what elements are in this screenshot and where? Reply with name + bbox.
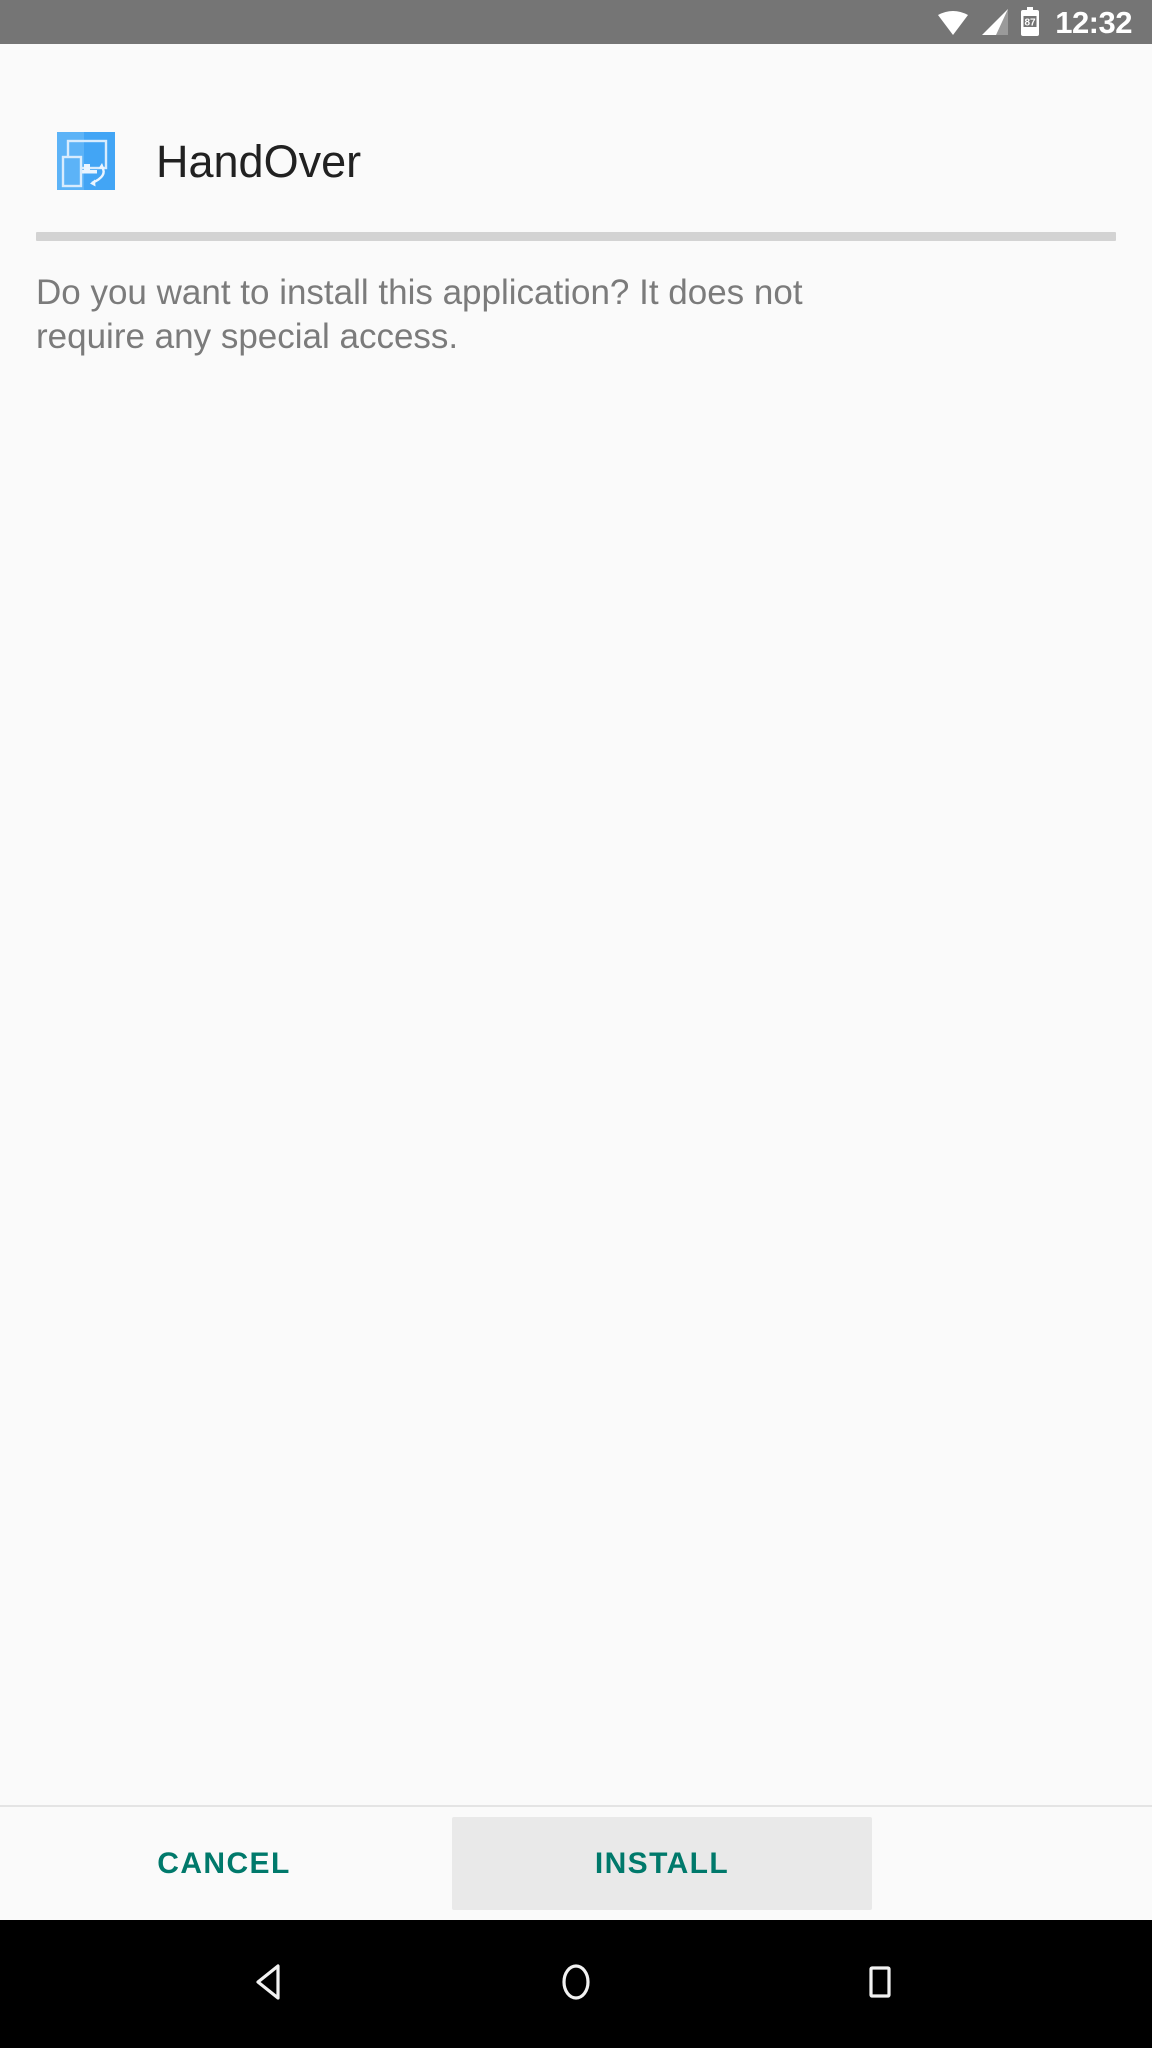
content-area: Do you want to install this application?… xyxy=(0,241,1152,1805)
status-bar-clock: 12:32 xyxy=(1055,4,1132,40)
recents-icon xyxy=(858,1960,902,2009)
signal-icon xyxy=(979,8,1011,36)
home-icon xyxy=(554,1960,598,2009)
back-icon xyxy=(250,1960,294,2009)
svg-text:87: 87 xyxy=(1025,18,1037,29)
cancel-button[interactable]: CANCEL xyxy=(0,1817,448,1910)
android-install-screen: 87 12:32 HandOver Do you want to install… xyxy=(0,0,1152,2048)
android-navigation-bar xyxy=(0,1920,1152,2048)
header-divider xyxy=(36,232,1116,241)
recents-button[interactable] xyxy=(832,1936,928,2032)
action-button-bar: CANCEL INSTALL xyxy=(0,1805,1152,1920)
install-button[interactable]: INSTALL xyxy=(452,1817,872,1910)
page-title: HandOver xyxy=(156,135,362,187)
app-header: HandOver xyxy=(0,44,1152,210)
home-button[interactable] xyxy=(528,1936,624,2032)
battery-icon: 87 xyxy=(1020,7,1040,37)
wifi-icon xyxy=(936,8,970,36)
install-prompt-text: Do you want to install this application?… xyxy=(36,273,803,357)
back-button[interactable] xyxy=(224,1936,320,2032)
status-icon-group: 87 12:32 xyxy=(936,7,1132,38)
handover-app-icon xyxy=(57,132,115,190)
status-bar: 87 12:32 xyxy=(0,0,1152,44)
header-divider-wrap xyxy=(0,232,1152,241)
